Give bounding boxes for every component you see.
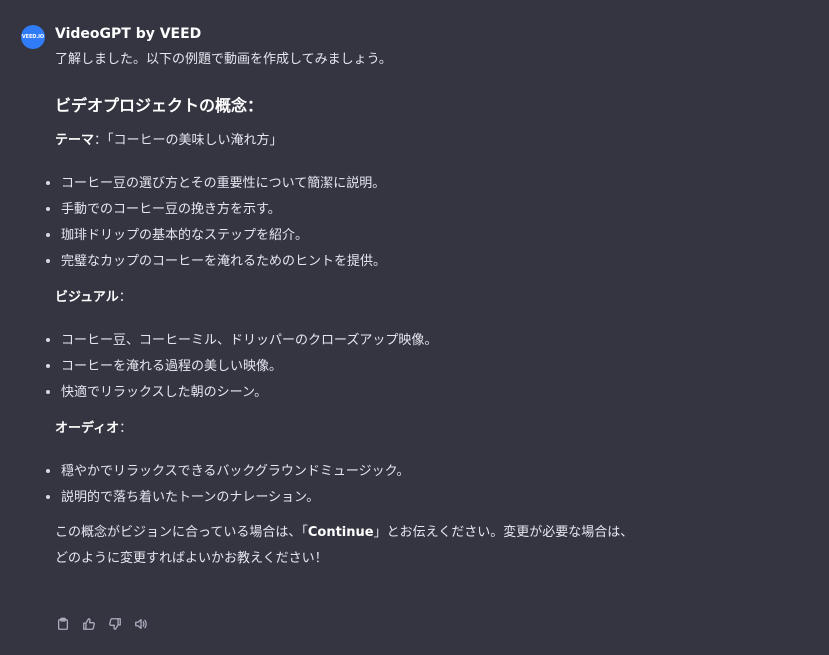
message-content: 了解しました。以下の例題で動画を作成してみましょう。 ビデオプロジェクトの概念：…: [46, 50, 655, 572]
bullet-dot: [46, 338, 50, 342]
list-item: コーヒー豆、コーヒーミル、ドリッパーのクローズアップ映像。: [46, 331, 655, 357]
list-item-text: 説明的で落ち着いたトーンのナレーション。: [61, 490, 320, 505]
visual-list: コーヒー豆、コーヒーミル、ドリッパーのクローズアップ映像。 コーヒーを淹れる過程…: [46, 331, 655, 409]
list-item: コーヒー豆の選び方とその重要性について簡潔に説明。: [46, 174, 655, 200]
assistant-message: VEED.IO VideoGPT by VEED 了解しました。以下の例題で動画…: [0, 0, 829, 655]
message-actions: [55, 616, 149, 632]
thumbs-down-button[interactable]: [107, 616, 123, 632]
list-item-text: 手動でのコーヒー豆の挽き方を示す。: [61, 202, 281, 217]
concept-heading: ビデオプロジェクトの概念：: [55, 96, 264, 115]
copy-button[interactable]: [55, 616, 71, 632]
outro-text: この概念がビジョンに合っている場合は、「Continue」とお伝えください。変更…: [55, 520, 645, 572]
theme-line: テーマ：「コーヒーの美味しい淹れ方」: [55, 131, 655, 151]
outro-before: この概念がビジョンに合っている場合は、「: [55, 525, 308, 540]
list-item-text: コーヒー豆、コーヒーミル、ドリッパーのクローズアップ映像。: [61, 333, 438, 348]
visual-line: ビジュアル：: [55, 288, 655, 308]
speaker-icon: [135, 618, 147, 630]
list-item-text: コーヒー豆の選び方とその重要性について簡潔に説明。: [61, 176, 386, 191]
list-item: コーヒーを淹れる過程の美しい映像。: [46, 357, 655, 383]
visual-suffix: ：: [118, 290, 132, 305]
clipboard-icon: [57, 617, 69, 630]
avatar-text: VEED.IO: [21, 34, 45, 40]
thumbs-up-button[interactable]: [81, 616, 97, 632]
bullet-dot: [46, 364, 50, 368]
author-name: VideoGPT by VEED: [55, 26, 202, 42]
thumbs-up-icon: [83, 618, 95, 630]
list-item-text: 快適でリラックスした朝のシーン。: [61, 385, 268, 400]
theme-value: ：「コーヒーの美味しい淹れ方」: [94, 133, 283, 148]
bullet-dot: [46, 181, 50, 185]
bullet-dot: [46, 495, 50, 499]
theme-label: テーマ: [55, 133, 95, 148]
theme-list: コーヒー豆の選び方とその重要性について簡潔に説明。 手動でのコーヒー豆の挽き方を…: [46, 174, 655, 278]
bullet-dot: [46, 390, 50, 394]
list-item: 手動でのコーヒー豆の挽き方を示す。: [46, 200, 655, 226]
read-aloud-button[interactable]: [133, 616, 149, 632]
audio-list: 穏やかでリラックスできるバックグラウンドミュージック。 説明的で落ち着いたトーン…: [46, 462, 655, 514]
list-item: 珈琲ドリップの基本的なステップを紹介。: [46, 226, 655, 252]
list-item: 説明的で落ち着いたトーンのナレーション。: [46, 488, 655, 514]
list-item-text: 珈琲ドリップの基本的なステップを紹介。: [61, 228, 309, 243]
bullet-dot: [46, 469, 50, 473]
list-item-text: コーヒーを淹れる過程の美しい映像。: [61, 359, 283, 374]
intro-text: 了解しました。以下の例題で動画を作成してみましょう。: [55, 52, 392, 67]
bullet-dot: [46, 259, 50, 263]
visual-label: ビジュアル: [55, 290, 119, 305]
audio-suffix: ：: [119, 421, 133, 436]
list-item-text: 穏やかでリラックスできるバックグラウンドミュージック。: [61, 464, 410, 479]
audio-label: オーディオ: [55, 421, 120, 436]
audio-line: オーディオ：: [55, 419, 655, 439]
list-item: 完璧なカップのコーヒーを淹れるためのヒントを提供。: [46, 252, 655, 278]
list-item: 穏やかでリラックスできるバックグラウンドミュージック。: [46, 462, 655, 488]
avatar: VEED.IO: [21, 25, 45, 49]
thumbs-down-icon: [109, 618, 121, 630]
continue-keyword: Continue: [307, 525, 374, 540]
bullet-dot: [46, 207, 50, 211]
list-item-text: 完璧なカップのコーヒーを淹れるためのヒントを提供。: [61, 254, 387, 269]
list-item: 快適でリラックスした朝のシーン。: [46, 383, 655, 409]
bullet-dot: [46, 233, 50, 237]
